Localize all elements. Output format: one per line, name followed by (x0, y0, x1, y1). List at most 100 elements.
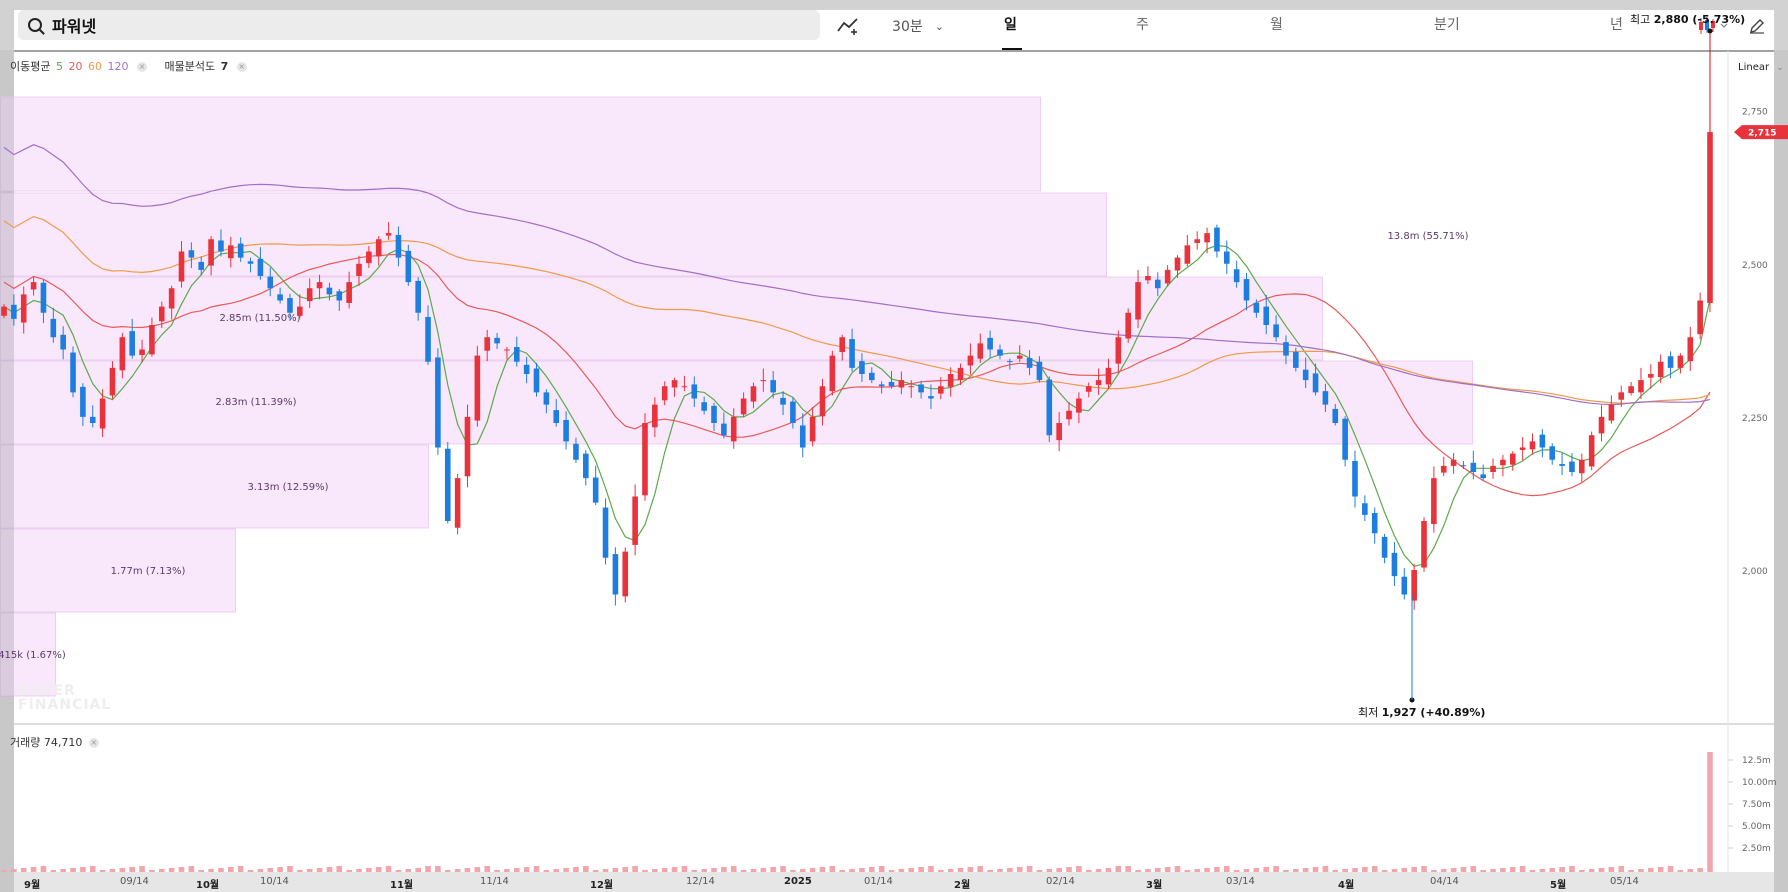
candle-body (257, 258, 264, 276)
candle-body (1440, 465, 1447, 473)
candle-body (770, 380, 776, 393)
candle-body (681, 386, 688, 388)
price-tick-label: 2,250 (1742, 414, 1768, 424)
candle-body (711, 405, 717, 423)
candle-body (1628, 386, 1634, 393)
candle-body (1056, 423, 1062, 441)
candle-body (908, 386, 915, 388)
candle-body (1460, 465, 1467, 467)
candle-body (1283, 342, 1289, 356)
candle-body (1638, 380, 1644, 393)
volume-tick-label: 5.00m (1742, 822, 1771, 832)
candle-body (1391, 552, 1398, 577)
candle-body (1164, 269, 1171, 284)
volume-bars-layer (1, 752, 1713, 872)
volume-label: 거래량 (10, 736, 41, 749)
volume-tick-label: 2.50m (1742, 844, 1771, 854)
candle-body (1145, 276, 1151, 281)
candle-body (1598, 416, 1605, 434)
candle-body (671, 380, 678, 388)
candle-body (652, 404, 658, 428)
candle-body (730, 416, 737, 442)
candle-body (178, 251, 185, 282)
candle-body (395, 234, 402, 258)
candle-body (583, 453, 589, 479)
price-chart-svg[interactable]: 13.8m (55.71%) 2.85m (11.50%) 2.83m (11.39… (0, 0, 1788, 892)
x-axis-label: 9월 (24, 880, 41, 891)
candle-body (799, 425, 806, 448)
volume-tick-label: 7.50m (1742, 800, 1771, 810)
x-axis-label: 2월 (954, 880, 971, 891)
candle-body (987, 337, 993, 350)
candle-body (1263, 306, 1270, 325)
candle-body (947, 374, 954, 387)
volume-profile-label: 415k (1.67%) (0, 650, 66, 661)
candle-body (30, 282, 37, 290)
candle-body (1204, 233, 1210, 243)
scale-mode-label: Linear (1738, 62, 1770, 73)
volume-legend: 거래량 74,710 × (10, 734, 99, 750)
chevron-down-icon: ⌄ (1776, 63, 1784, 73)
candle-body (553, 410, 560, 423)
candle-body (1016, 355, 1023, 359)
candle-body (1007, 361, 1013, 363)
candle-body (740, 398, 747, 415)
scale-mode-toggle[interactable]: Linear ⌄ (1738, 62, 1784, 73)
candle-body (198, 261, 205, 270)
candle-body (1657, 361, 1664, 378)
candle-body (1352, 460, 1358, 497)
candle-body (1618, 392, 1625, 400)
candle-body (1095, 380, 1102, 386)
ma-5-label: 5 (55, 60, 63, 73)
volume-profile-layer: 13.8m (55.71%) 2.85m (11.50%) 2.83m (11.39… (0, 96, 1473, 697)
candle-body (1381, 536, 1388, 558)
candle-body (1115, 337, 1122, 364)
candle-body (1559, 464, 1565, 466)
candle-body (228, 245, 234, 259)
candle-body (809, 416, 816, 442)
candle-body (356, 263, 362, 276)
candle-body (375, 239, 382, 257)
x-axis-label: 10/14 (260, 876, 289, 887)
candle-body (267, 276, 274, 289)
x-axis-label: 01/14 (864, 876, 893, 887)
x-axis-label: 2025 (784, 876, 812, 887)
candle-body (592, 477, 599, 503)
candle-body (484, 337, 491, 351)
candle-body (1233, 269, 1240, 283)
candle-body (868, 372, 875, 381)
candle-body (760, 380, 767, 382)
x-axis-label: 02/14 (1046, 876, 1075, 887)
ma-close-icon[interactable]: × (136, 62, 147, 72)
candle-body (1549, 446, 1556, 460)
candle-body (1125, 312, 1131, 339)
watermark-line-2: FINANCIAL (18, 697, 112, 713)
candle-body (563, 419, 569, 442)
volume-profile-label: 2.83m (11.39%) (215, 397, 296, 408)
candle-body (1293, 351, 1299, 368)
x-axis-label: 4월 (1338, 880, 1355, 891)
candle-body (829, 355, 836, 392)
candle-body (543, 392, 550, 405)
volume-bar (1707, 752, 1713, 872)
candle-body (1431, 478, 1437, 525)
candle-body (642, 423, 648, 496)
candle-body (208, 239, 214, 266)
volume-profile-close-icon[interactable]: × (236, 62, 247, 72)
candle-body (1036, 361, 1043, 381)
candle-body (1135, 282, 1141, 320)
candle-body (277, 294, 283, 301)
volume-profile-bar (0, 96, 1041, 192)
candle-body (750, 386, 757, 402)
candle-body (1362, 503, 1368, 515)
candle-body (119, 337, 126, 371)
candle-body (1302, 369, 1309, 381)
candle-body (444, 448, 451, 521)
candle-body (898, 380, 905, 388)
chart-left-shade (0, 97, 14, 697)
volume-close-icon[interactable]: × (88, 738, 99, 748)
candle-body (967, 355, 974, 366)
indicator-legend: 이동평균 5 20 60 120 × 매물분석도 7 × (10, 58, 249, 74)
x-axis-label: 05/14 (1610, 876, 1639, 887)
candle-body (425, 317, 431, 362)
